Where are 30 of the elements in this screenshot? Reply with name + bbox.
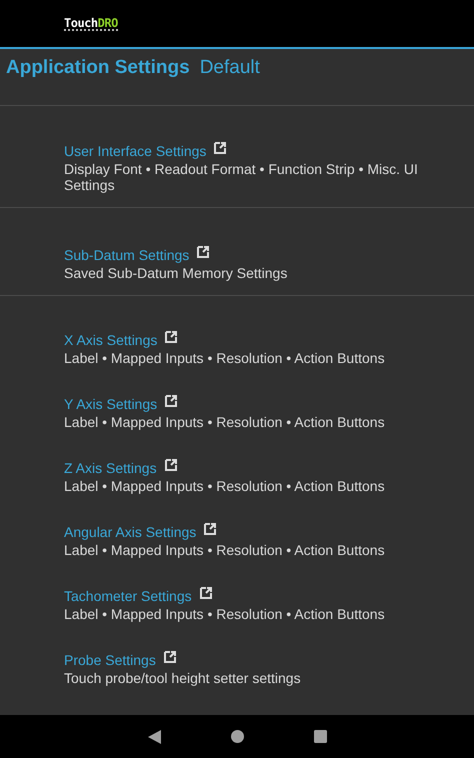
external-link-icon	[197, 246, 210, 258]
setting-summary: Label • Mapped Inputs • Resolution • Action Buttons	[64, 350, 386, 366]
external-link-icon	[164, 650, 176, 662]
setting-title[interactable]: Angular Axis Settings	[64, 524, 196, 540]
setting-summary: Label • Mapped Inputs • Resolution • Action Buttons	[64, 542, 386, 558]
screen-title: Application Settings	[6, 57, 190, 79]
external-link-icon	[204, 522, 216, 534]
setting-summary: Saved Sub-Datum Memory Settings	[64, 265, 288, 281]
external-link-icon	[165, 330, 178, 342]
setting-title[interactable]: User Interface Settings	[64, 142, 206, 158]
setting-title[interactable]: Z Axis Settings	[64, 460, 157, 476]
external-link-icon	[165, 394, 178, 406]
setting-title[interactable]: Probe Settings	[64, 652, 156, 668]
back-icon[interactable]	[148, 730, 160, 744]
setting-summary: Label • Mapped Inputs • Resolution • Action Buttons	[64, 478, 386, 494]
external-link-icon	[164, 458, 177, 470]
setting-title[interactable]: Y Axis Settings	[64, 396, 158, 412]
external-link-icon	[214, 142, 226, 154]
home-icon[interactable]	[230, 730, 244, 743]
app-logo: TouchDRO	[64, 16, 118, 30]
setting-title[interactable]: Tachometer Settings	[64, 588, 192, 604]
setting-title[interactable]: X Axis Settings	[64, 332, 158, 348]
external-link-icon	[200, 586, 212, 598]
setting-summary: Display Font • Readout Format • Function Strip • Misc. UI Settings	[64, 161, 419, 193]
profile-name: Default	[200, 57, 260, 79]
setting-summary: Touch probe/tool height setter settings	[64, 670, 302, 686]
setting-summary: Label • Mapped Inputs • Resolution • Action Buttons	[64, 414, 386, 430]
setting-title[interactable]: Sub-Datum Settings	[64, 246, 190, 262]
setting-summary: Label • Mapped Inputs • Resolution • Action Buttons	[64, 606, 386, 622]
recents-icon[interactable]	[314, 730, 326, 743]
